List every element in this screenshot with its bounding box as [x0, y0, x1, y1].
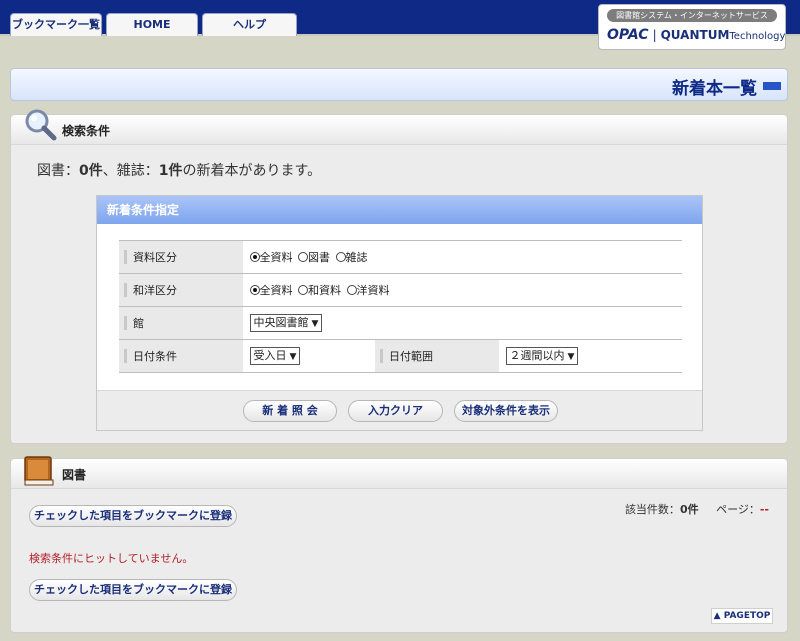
radio-language-japanese[interactable] [298, 285, 308, 295]
page-title-bar: 新着本一覧 [10, 68, 788, 101]
library-select-value: 中央図書館 [253, 316, 309, 329]
summary-books-label: 図書： [37, 163, 79, 179]
page-label: ページ： [716, 503, 760, 516]
tab-home[interactable]: HOME [106, 13, 198, 36]
page-value: -- [759, 503, 769, 516]
search-conditions-header: 検索条件 [11, 109, 787, 145]
pagetop-button[interactable]: ▲ PAGETOP [711, 608, 773, 624]
count-value: 0件 [679, 503, 699, 516]
radio-language-japanese-label: 和資料 [308, 284, 341, 297]
date-condition-cell: 受入日 ▼ [242, 339, 375, 373]
radio-material-books-label: 図書 [308, 251, 330, 264]
summary-books-count: 0件 [79, 163, 103, 179]
library-label: 館 [119, 306, 243, 340]
library-select[interactable]: 中央図書館 ▼ [249, 314, 323, 332]
bookmark-checked-button-top[interactable]: チェックした項目をブックマークに登録 [29, 505, 237, 527]
conditions-title: 新着条件指定 [97, 196, 702, 224]
brand-separator: | [652, 28, 657, 42]
date-condition-select[interactable]: 受入日 ▼ [249, 347, 301, 365]
material-type-options: 全資料 図書 雑誌 [242, 240, 682, 274]
chevron-down-icon: ▼ [289, 352, 297, 362]
search-conditions-title: 検索条件 [62, 124, 111, 138]
show-excluded-conditions-button[interactable]: 対象外条件を表示 [454, 400, 558, 422]
language-type-label: 和洋区分 [119, 273, 243, 307]
brand-subtitle: 図書館システム・インターネットサービス [607, 9, 777, 22]
language-type-options: 全資料 和資料 洋資料 [242, 273, 682, 307]
brand-name: OPAC | QUANTUMTechnology [607, 27, 785, 43]
radio-material-magazines[interactable] [335, 252, 346, 262]
bookmark-checked-button-bottom[interactable]: チェックした項目をブックマークに登録 [29, 579, 237, 601]
brand-opac: OPAC [607, 27, 649, 43]
books-header: 図書 [11, 456, 787, 489]
radio-material-all-label: 全資料 [259, 251, 293, 264]
books-results-panel: 図書 チェックした項目をブックマークに登録 該当件数：0件 ページ：-- 検索条… [10, 456, 788, 633]
books-section-title: 図書 [62, 468, 87, 482]
radio-language-western[interactable] [346, 285, 357, 295]
title-accent-bar [763, 82, 781, 90]
tab-bookmarks[interactable]: ブックマーク一覧 [10, 13, 102, 36]
date-range-value: ２週間以内 [509, 349, 565, 362]
brand-quantum: QUANTUM [660, 28, 730, 42]
summary-suffix: の新着本があります。 [182, 163, 322, 179]
radio-material-magazines-label: 雑誌 [345, 251, 368, 264]
no-hit-message: 検索条件にヒットしていません。 [29, 552, 194, 565]
page-title: 新着本一覧 [672, 79, 757, 99]
chevron-down-icon: ▼ [311, 319, 319, 329]
date-condition-value: 受入日 [253, 349, 287, 362]
library-value-cell: 中央図書館 ▼ [242, 306, 682, 340]
date-range-label: 日付範囲 [375, 339, 499, 373]
new-arrivals-summary: 図書：0件、雑誌：1件の新着本があります。 [37, 160, 321, 180]
material-type-label: 資料区分 [119, 240, 243, 274]
date-range-cell: ２週間以内 ▼ [498, 339, 682, 373]
material-type-row: 資料区分 全資料 図書 雑誌 [119, 240, 682, 274]
tab-help[interactable]: ヘルプ [202, 13, 297, 36]
radio-material-all[interactable] [249, 252, 260, 262]
radio-language-all-label: 全資料 [259, 284, 293, 297]
opac-brand-logo: 図書館システム・インターネットサービス OPAC | QUANTUMTechnolo… [598, 4, 786, 50]
radio-material-books[interactable] [298, 252, 308, 262]
date-condition-label: 日付条件 [119, 339, 243, 373]
magnifier-icon [25, 109, 57, 141]
chevron-down-icon: ▼ [567, 352, 575, 362]
new-arrival-conditions-box: 新着条件指定 資料区分 全資料 図書 雑誌 和洋区分 全資料 和資料 洋資料 館 [96, 195, 703, 431]
count-label: 該当件数： [624, 503, 680, 516]
summary-magazines-label: 、雑誌： [102, 163, 159, 179]
book-icon [24, 456, 54, 486]
conditions-button-bar: 新 着 照 会 入力クリア 対象外条件を表示 [97, 390, 702, 430]
search-new-arrivals-button[interactable]: 新 着 照 会 [243, 400, 337, 422]
clear-input-button[interactable]: 入力クリア [348, 400, 443, 422]
summary-magazines-count: 1件 [158, 163, 183, 179]
brand-technology: Technology [729, 31, 786, 42]
radio-language-western-label: 洋資料 [356, 284, 390, 297]
date-row: 日付条件 受入日 ▼ 日付範囲 ２週間以内 ▼ [119, 339, 682, 373]
library-row: 館 中央図書館 ▼ [119, 306, 682, 340]
search-conditions-panel: 検索条件 図書：0件、雑誌：1件の新着本があります。 新着条件指定 資料区分 全… [10, 109, 788, 444]
radio-language-all[interactable] [249, 285, 260, 295]
result-count: 該当件数：0件 ページ：-- [625, 501, 769, 517]
date-range-select[interactable]: ２週間以内 ▼ [505, 347, 579, 365]
conditions-table: 資料区分 全資料 図書 雑誌 和洋区分 全資料 和資料 洋資料 館 中央図書館 ▼ [119, 240, 682, 373]
language-type-row: 和洋区分 全資料 和資料 洋資料 [119, 273, 682, 307]
